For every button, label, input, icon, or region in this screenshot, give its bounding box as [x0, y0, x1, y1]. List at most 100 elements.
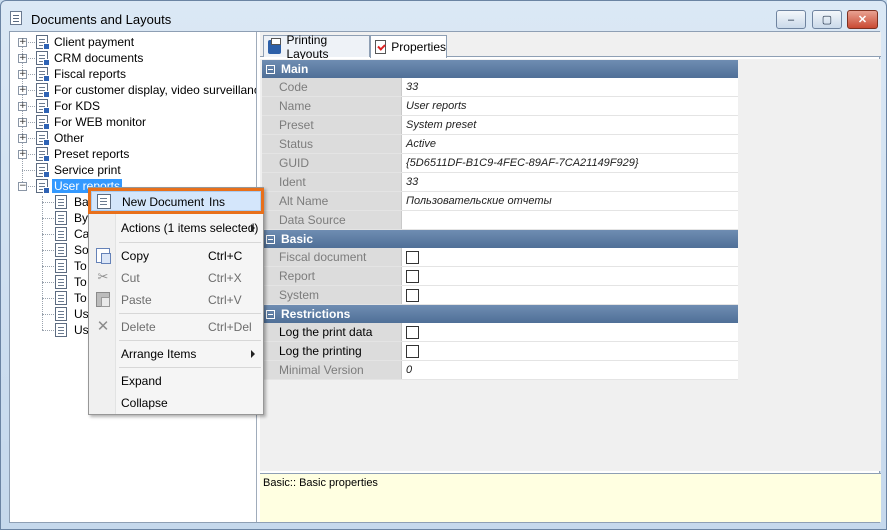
menu-item-expand[interactable]: Expand	[91, 371, 261, 391]
property-row-log-printing[interactable]: Log the printing	[262, 342, 738, 361]
menu-item-paste[interactable]: Paste Ctrl+V	[91, 290, 261, 310]
property-name: Name	[276, 97, 402, 115]
expand-icon[interactable]: +	[18, 102, 27, 111]
menu-item-actions[interactable]: Actions (1 items selected)	[91, 218, 261, 238]
tree-item-other[interactable]: + Other	[10, 130, 250, 146]
menu-item-cut[interactable]: ✂ Cut Ctrl+X	[91, 268, 261, 288]
section-restrictions[interactable]: Restrictions	[262, 305, 738, 323]
collapse-icon[interactable]	[266, 64, 275, 74]
report-folder-icon	[36, 179, 50, 194]
maximize-button[interactable]: ▢	[812, 10, 842, 29]
tree-guide-line	[42, 202, 54, 203]
tree-child-label: To	[74, 291, 87, 305]
expand-icon[interactable]: +	[18, 134, 27, 143]
system-checkbox[interactable]	[406, 288, 419, 302]
expand-icon[interactable]: +	[18, 70, 27, 79]
tree-item-for-kds[interactable]: + For KDS	[10, 98, 250, 114]
property-value[interactable]: System preset	[402, 116, 738, 134]
property-value[interactable]: Active	[402, 135, 738, 153]
menu-item-copy[interactable]: Copy Ctrl+C	[91, 246, 261, 266]
tree-item-crm-documents[interactable]: + CRM documents	[10, 50, 250, 66]
row-gutter	[262, 173, 276, 191]
tree-child-label: To	[74, 259, 87, 273]
property-row-preset[interactable]: Preset System preset	[262, 116, 738, 135]
row-gutter	[262, 342, 276, 360]
property-row-report[interactable]: Report	[262, 267, 738, 286]
property-name: Alt Name	[276, 192, 402, 210]
menu-separator	[119, 313, 261, 314]
menu-shortcut: Ins	[209, 195, 226, 209]
tree-guide-line	[28, 138, 35, 139]
property-name: Log the printing	[276, 342, 402, 360]
menu-shortcut: Ctrl+V	[208, 293, 242, 307]
property-value[interactable]: {5D6511DF-B1C9-4FEC-89AF-7CA21149F929}	[402, 154, 738, 172]
property-row-log-print-data[interactable]: Log the print data	[262, 323, 738, 342]
property-row-ident[interactable]: Ident 33	[262, 173, 738, 192]
row-gutter	[262, 267, 276, 285]
log-print-data-checkbox[interactable]	[406, 325, 419, 339]
property-value[interactable]: 33	[402, 173, 738, 191]
tree-item-preset-reports[interactable]: + Preset reports	[10, 146, 250, 162]
property-row-minimal-version[interactable]: Minimal Version 0	[262, 361, 738, 380]
property-row-fiscal-document[interactable]: Fiscal document	[262, 248, 738, 267]
tree-guide-line	[42, 250, 54, 251]
menu-label: Delete	[121, 320, 156, 334]
log-printing-checkbox[interactable]	[406, 344, 419, 358]
expand-icon[interactable]: +	[18, 118, 27, 127]
menu-separator	[119, 367, 261, 368]
property-row-alt-name[interactable]: Alt Name Пользовательские отчеты	[262, 192, 738, 211]
property-value[interactable]: 33	[402, 78, 738, 96]
report-folder-icon	[36, 163, 50, 178]
property-value[interactable]: User reports	[402, 97, 738, 115]
property-row-name[interactable]: Name User reports	[262, 97, 738, 116]
collapse-icon[interactable]	[266, 234, 275, 244]
tab-printing-layouts[interactable]: Printing Layouts	[263, 33, 370, 61]
row-gutter	[262, 248, 276, 266]
menu-item-arrange-items[interactable]: Arrange Items	[91, 344, 261, 364]
property-row-status[interactable]: Status Active	[262, 135, 738, 154]
window-title: Documents and Layouts	[31, 12, 172, 27]
tree-guide-line	[42, 218, 54, 219]
menu-item-new-document[interactable]: New Document Ins	[88, 188, 264, 214]
paste-icon	[96, 292, 110, 307]
close-button[interactable]: ✕	[847, 10, 878, 29]
app-document-icon	[10, 11, 22, 25]
property-name: GUID	[276, 154, 402, 172]
property-row-guid[interactable]: GUID {5D6511DF-B1C9-4FEC-89AF-7CA21149F9…	[262, 154, 738, 173]
title-bar[interactable]: Documents and Layouts – ▢ ✕	[1, 1, 886, 31]
report-checkbox[interactable]	[406, 269, 419, 283]
fiscal-document-checkbox[interactable]	[406, 250, 419, 264]
tree-item-fiscal-reports[interactable]: + Fiscal reports	[10, 66, 250, 82]
document-icon	[55, 211, 67, 225]
menu-item-delete[interactable]: ✕ Delete Ctrl+Del	[91, 317, 261, 337]
report-folder-icon	[36, 67, 50, 82]
expand-icon[interactable]: +	[18, 150, 27, 159]
tree-child-label: By	[74, 211, 89, 225]
tab-properties[interactable]: Properties	[370, 35, 447, 58]
collapse-icon[interactable]	[266, 309, 275, 319]
minimize-button[interactable]: –	[776, 10, 806, 29]
property-row-code[interactable]: Code 33	[262, 78, 738, 97]
submenu-arrow-icon	[251, 350, 255, 358]
section-main[interactable]: Main	[262, 60, 738, 78]
tree-item-client-payment[interactable]: + Client payment	[10, 34, 250, 50]
property-value[interactable]	[402, 211, 738, 229]
property-name: Minimal Version	[276, 361, 402, 379]
menu-label: Cut	[121, 271, 140, 285]
property-row-system[interactable]: System	[262, 286, 738, 305]
property-value[interactable]: Пользовательские отчеты	[402, 192, 738, 210]
property-row-data-source[interactable]: Data Source	[262, 211, 738, 230]
tree-item-service-print[interactable]: Service print	[10, 162, 250, 178]
section-basic[interactable]: Basic	[262, 230, 738, 248]
expand-icon[interactable]: +	[18, 86, 27, 95]
tree-item-for-web-monitor[interactable]: + For WEB monitor	[10, 114, 250, 130]
tree-item-label: Fiscal reports	[54, 67, 127, 81]
collapse-icon[interactable]: −	[18, 182, 27, 191]
menu-item-collapse[interactable]: Collapse	[91, 393, 261, 413]
tree-guide-line	[42, 314, 54, 315]
tree-item-customer-display[interactable]: + For customer display, video surveillan…	[10, 82, 256, 98]
expand-icon[interactable]: +	[18, 54, 27, 63]
menu-shortcut: Ctrl+C	[208, 249, 243, 263]
expand-icon[interactable]: +	[18, 38, 27, 47]
property-value[interactable]: 0	[402, 361, 738, 379]
